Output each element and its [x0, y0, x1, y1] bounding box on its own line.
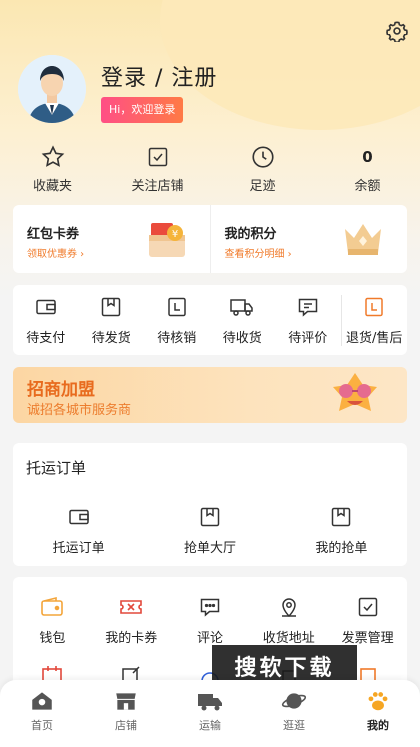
order-label: 退货/售后: [346, 330, 403, 346]
consignment-order[interactable]: 托运订单: [13, 505, 144, 556]
tab-label: 我的: [367, 719, 389, 732]
clock-icon: [250, 143, 276, 171]
paw-icon: [365, 688, 391, 714]
svg-text:¥: ¥: [172, 229, 178, 240]
order-pending-shipment[interactable]: 待发货: [79, 295, 145, 346]
home-icon: [29, 688, 55, 714]
consignment-label: 我的抢单: [315, 541, 368, 556]
order-pending-receipt[interactable]: 待收货: [210, 295, 276, 346]
my-points[interactable]: 我的积分 查看积分明细 ›: [209, 205, 408, 273]
store-check-icon: [146, 143, 170, 171]
tool-my-coupons[interactable]: 我的卡券: [92, 595, 171, 646]
settings-gear-icon[interactable]: [386, 20, 408, 42]
user-avatar[interactable]: [18, 55, 86, 123]
calendar-icon[interactable]: [13, 665, 92, 681]
tab-label: 逛逛: [283, 719, 305, 732]
tool-label: 评论: [196, 631, 223, 646]
verify-icon: [165, 295, 189, 319]
tab-label: 运输: [199, 719, 221, 732]
order-label: 待评价: [288, 330, 328, 346]
shop-icon: [113, 688, 139, 714]
order-label: 待发货: [91, 330, 131, 346]
tool-shipping-address[interactable]: 收货地址: [249, 595, 328, 646]
consignment-orders-card: 托运订单 托运订单 抢单大厅 我的抢单: [13, 443, 407, 566]
wallet-icon: [34, 295, 58, 319]
star-glasses-icon: [323, 369, 387, 423]
welcome-badge[interactable]: Hi，欢迎登录: [101, 97, 184, 123]
order-pending-verify[interactable]: 待核销: [144, 295, 210, 346]
red-packet-coupons[interactable]: 红包卡券 领取优惠券 › ¥: [13, 205, 210, 273]
login-register-title[interactable]: 登录 / 注册: [101, 60, 217, 92]
stat-balance[interactable]: 0 余额: [315, 143, 420, 198]
box-icon: [99, 295, 123, 319]
tool-wallet[interactable]: 钱包: [13, 595, 92, 646]
star-icon: [40, 143, 66, 171]
box-icon: [329, 505, 353, 529]
ticket-icon: [118, 595, 144, 619]
crown-icon: [341, 219, 385, 259]
tool-label: 钱包: [39, 631, 66, 646]
consignment-label: 托运订单: [52, 541, 105, 556]
tab-shop[interactable]: 店铺: [84, 688, 168, 747]
box-icon: [198, 505, 222, 529]
tab-transport[interactable]: 运输: [168, 688, 252, 747]
return-icon: [362, 295, 386, 319]
tool-label: 我的卡券: [105, 631, 158, 646]
stat-label: 余额: [354, 179, 381, 194]
planet-icon: [281, 688, 307, 714]
tab-home[interactable]: 首页: [0, 688, 84, 747]
tab-label: 首页: [31, 719, 53, 732]
wallet-icon: [67, 505, 91, 529]
wallet-icon: [39, 595, 65, 619]
stat-footprint[interactable]: 足迹: [210, 143, 315, 198]
tool-invoice-management[interactable]: 发票管理: [328, 595, 407, 646]
banner-subtitle: 诚招各城市服务商: [27, 403, 132, 418]
order-label: 待核销: [157, 330, 197, 346]
location-icon: [277, 595, 301, 619]
stat-favorites[interactable]: 收藏夹: [0, 143, 105, 198]
order-label: 待收货: [222, 330, 262, 346]
consignment-label: 抢单大厅: [183, 541, 236, 556]
order-pending-payment[interactable]: 待支付: [13, 295, 79, 346]
order-pending-review[interactable]: 待评价: [275, 295, 341, 346]
tool-comments[interactable]: 评论: [171, 595, 250, 646]
tool-label: 收货地址: [262, 631, 315, 646]
edit-icon[interactable]: [92, 665, 171, 681]
bottom-tab-bar: 首页 店铺 运输 逛逛 我的: [0, 680, 420, 747]
order-return-aftersales[interactable]: 退货/售后: [340, 294, 408, 346]
order-label: 待支付: [26, 330, 66, 346]
truck-icon: [229, 295, 255, 319]
stat-label: 收藏夹: [32, 179, 72, 194]
comment-icon: [198, 595, 222, 619]
red-packet-icon: ¥: [145, 217, 189, 261]
truck-icon: [196, 688, 224, 714]
order-grab-hall[interactable]: 抢单大厅: [144, 505, 275, 556]
franchise-banner[interactable]: 招商加盟 诚招各城市服务商: [13, 367, 407, 423]
my-grabbed-orders[interactable]: 我的抢单: [276, 505, 407, 556]
user-stats: 收藏夹 关注店铺 足迹 0 余额: [0, 143, 420, 198]
stat-followed-shops[interactable]: 关注店铺: [105, 143, 210, 198]
consignment-title: 托运订单: [26, 459, 87, 477]
tab-mine[interactable]: 我的: [336, 688, 420, 747]
tab-label: 店铺: [115, 719, 137, 732]
tool-label: 发票管理: [341, 631, 394, 646]
stat-label: 关注店铺: [131, 179, 184, 194]
balance-value: 0: [362, 148, 373, 166]
tab-explore[interactable]: 逛逛: [252, 688, 336, 747]
order-status-bar: 待支付 待发货 待核销 待收货 待评价 退货/售后: [13, 285, 407, 355]
stat-label: 足迹: [249, 179, 276, 194]
banner-title: 招商加盟: [27, 380, 95, 400]
coupon-points-card: 红包卡券 领取优惠券 › ¥ 我的积分 查看积分明细 ›: [13, 205, 407, 273]
comment-icon: [296, 295, 320, 319]
invoice-icon: [356, 595, 380, 619]
